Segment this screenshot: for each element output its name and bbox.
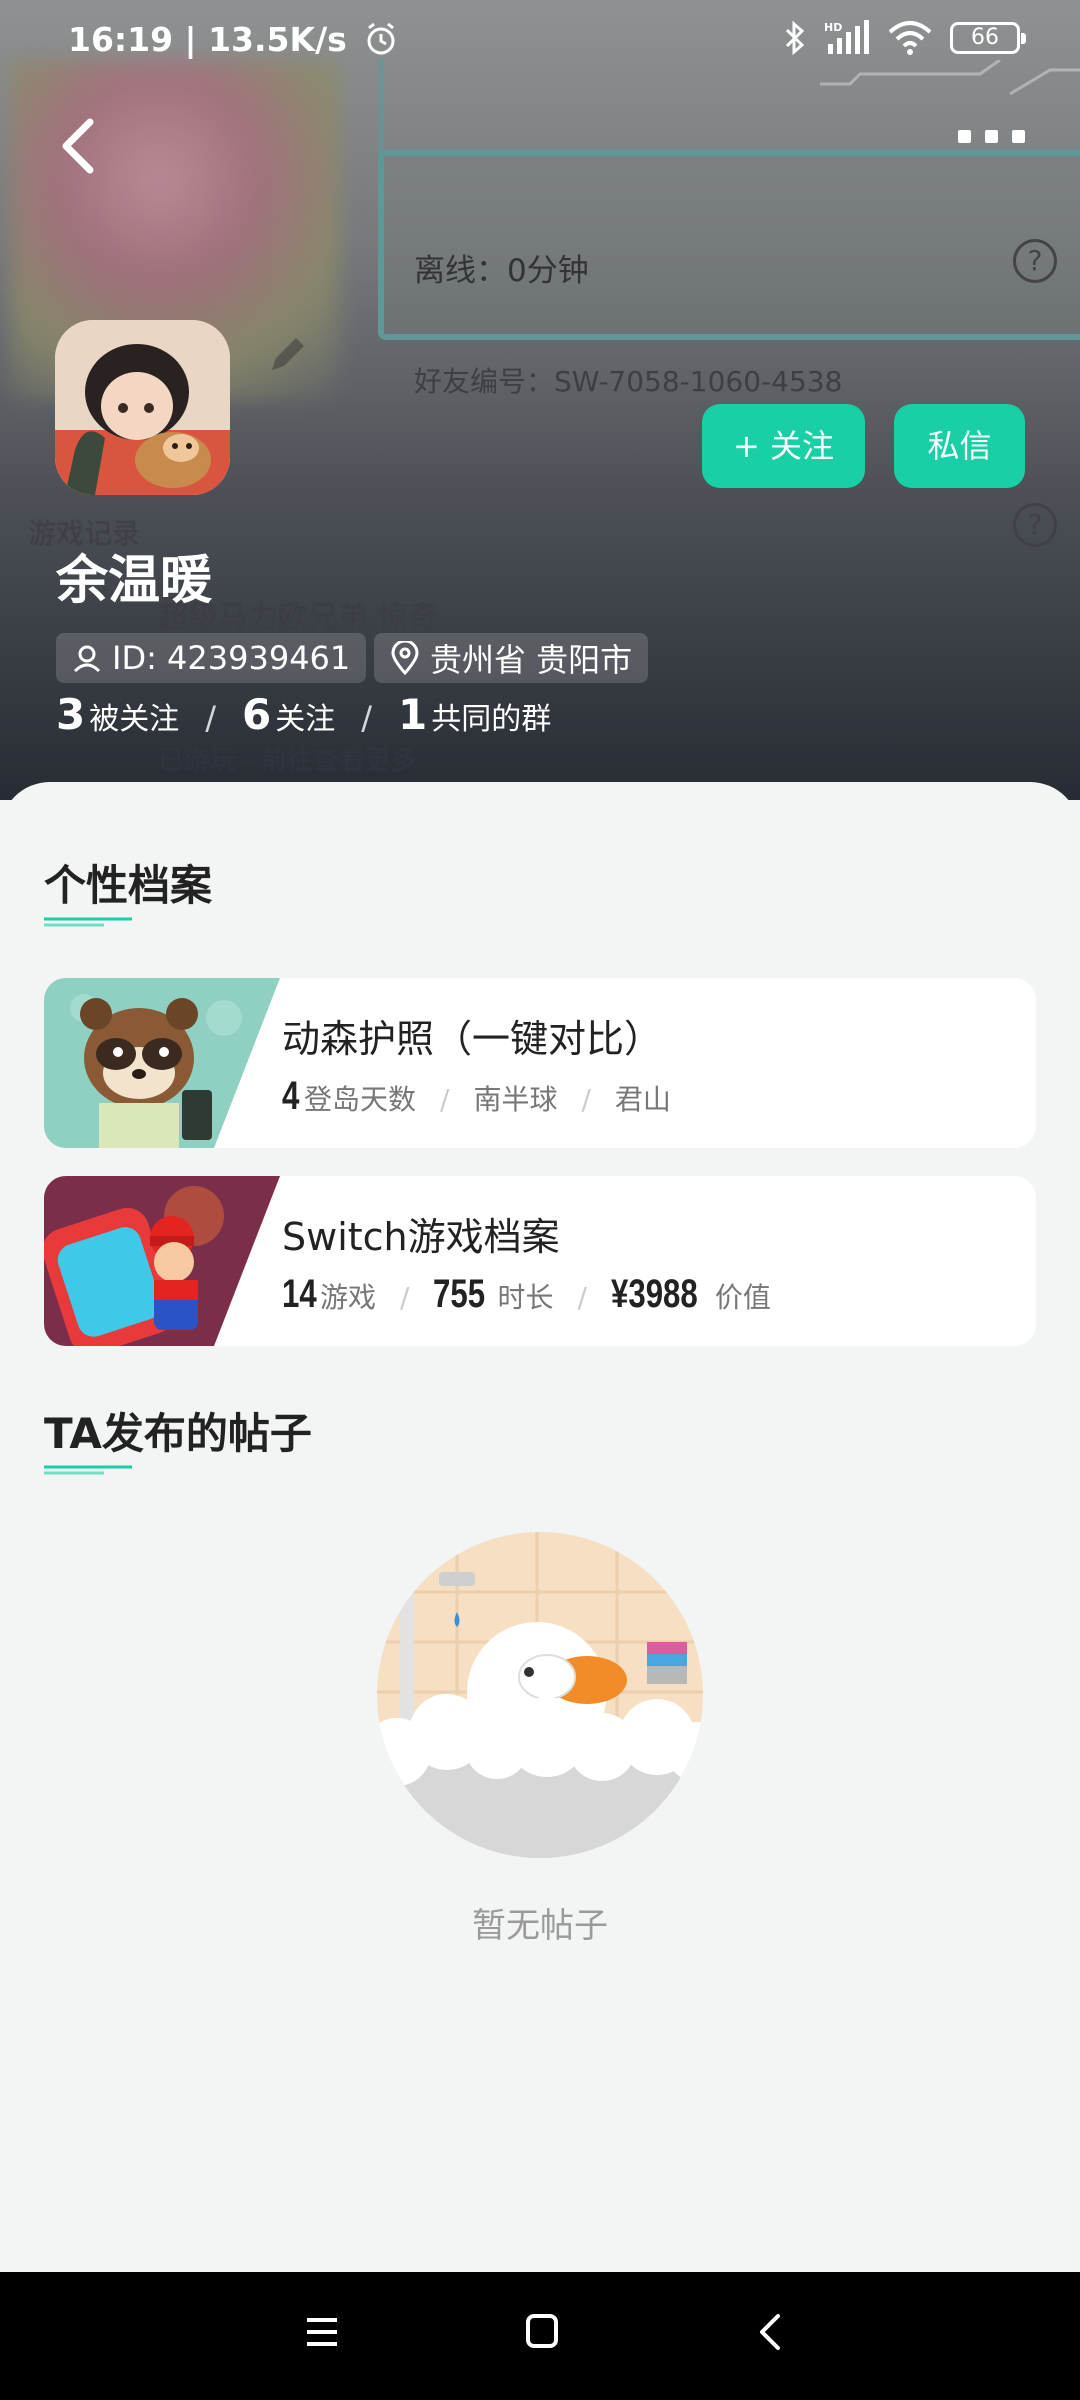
posts-section-title: TA发布的帖子 [44,1409,312,1458]
switch-card-stats: 14 游戏 / 755 时长 / ¥3988 价值 [282,1272,771,1317]
wifi-icon [888,21,932,55]
acnh-passport-card[interactable]: 动森护照（一键对比） 4 登岛天数 / 南半球 / 君山 [44,978,1036,1148]
friend-code: 好友编号：SW-7058-1060-4538 [414,365,843,398]
followers-label: 被关注 [89,702,180,737]
back-arrow-icon [62,118,94,174]
island-days-label: 登岛天数 [304,1083,417,1116]
title-underline-icon [44,1465,132,1475]
tom-nook-image-icon [44,978,280,1148]
svg-text:HD: HD [824,21,842,34]
island-days-count: 4 [282,1074,300,1118]
status-time-text: 16:19 | 13.5K/s [68,20,347,59]
mario-switch-image-icon [44,1176,280,1346]
hd-signal-icon: HD [824,20,869,54]
stat-separator: / [361,699,373,737]
user-icon [73,645,101,673]
stat-separator: / [581,1083,591,1116]
stat-separator: / [440,1083,450,1116]
offline-text: 离线：0分钟 [414,253,589,289]
menu-icon[interactable] [304,2312,340,2352]
stat-separator: / [577,1281,587,1314]
system-nav-bar [0,2272,1080,2400]
playtime-label: 时长 [497,1281,554,1314]
profile-section-title: 个性档案 [44,861,213,910]
following-count: 6 [242,690,272,739]
alarm-icon [367,22,395,55]
more-button[interactable] [958,130,1025,143]
home-icon[interactable] [524,2312,560,2352]
stat-separator: / [400,1281,410,1314]
followers-count: 3 [56,690,86,739]
more-dot-icon [1012,130,1025,143]
message-button[interactable]: 私信 [894,404,1025,488]
switch-archive-card[interactable]: Switch游戏档案 14 游戏 / 755 时长 / ¥3988 价值 [44,1176,1036,1346]
following-label: 关注 [275,702,336,737]
empty-posts-text: 暂无帖子 [472,1906,608,1946]
follow-button[interactable]: + 关注 [702,404,865,488]
acnh-card-title: 动森护照（一键对比） [282,1017,663,1061]
value-count: ¥3988 [610,1272,698,1316]
location-text: 贵州省 贵阳市 [430,641,633,679]
more-dot-icon [958,130,971,143]
stat-separator: / [205,699,217,737]
value-label: 价值 [714,1281,771,1314]
edit-pencil-icon [272,338,304,370]
nav-back-icon[interactable] [756,2312,784,2352]
battery-icon: 66 [950,22,1026,54]
hemisphere-value: 南半球 [473,1083,558,1116]
title-underline-icon [44,917,132,927]
island-name-value: 君山 [614,1083,671,1116]
help-icon: ? [1013,239,1057,283]
status-icons: HD 66 [784,20,1026,56]
common-groups-label: 共同的群 [431,702,552,737]
location-tag: 贵州省 贵阳市 [374,633,649,683]
games-label: 游戏 [320,1281,377,1314]
empty-posts-duck-icon [377,1532,703,1858]
games-count: 14 [282,1272,317,1316]
user-id-text: ID: 423939461 [112,639,351,677]
switch-card-title: Switch游戏档案 [282,1215,560,1259]
following-stat[interactable]: 6 关注 [242,690,335,739]
back-button[interactable] [50,110,110,180]
status-time: 16:19 | 13.5K/s [68,20,398,59]
playtime-count: 755 [433,1272,486,1316]
stats-row: 3 被关注 / 6 关注 / 1 共同的群 [56,690,551,739]
more-dot-icon [985,130,998,143]
username: 余温暖 [56,551,213,611]
common-groups-count: 1 [398,690,428,739]
user-id-tag: ID: 423939461 [56,633,367,683]
avatar[interactable] [55,320,230,495]
bluetooth-icon [785,20,805,56]
game-extra: 已游玩 · 前往查看更多 [158,746,417,776]
acnh-card-stats: 4 登岛天数 / 南半球 / 君山 [282,1074,671,1119]
avatar-illustration-icon [55,320,230,495]
common-groups-stat[interactable]: 1 共同的群 [398,690,551,739]
help-icon-2: ? [1013,503,1057,547]
status-bar: 16:19 | 13.5K/s HD 66 [0,0,1080,84]
location-pin-icon [391,641,419,675]
followers-stat[interactable]: 3 被关注 [56,690,179,739]
